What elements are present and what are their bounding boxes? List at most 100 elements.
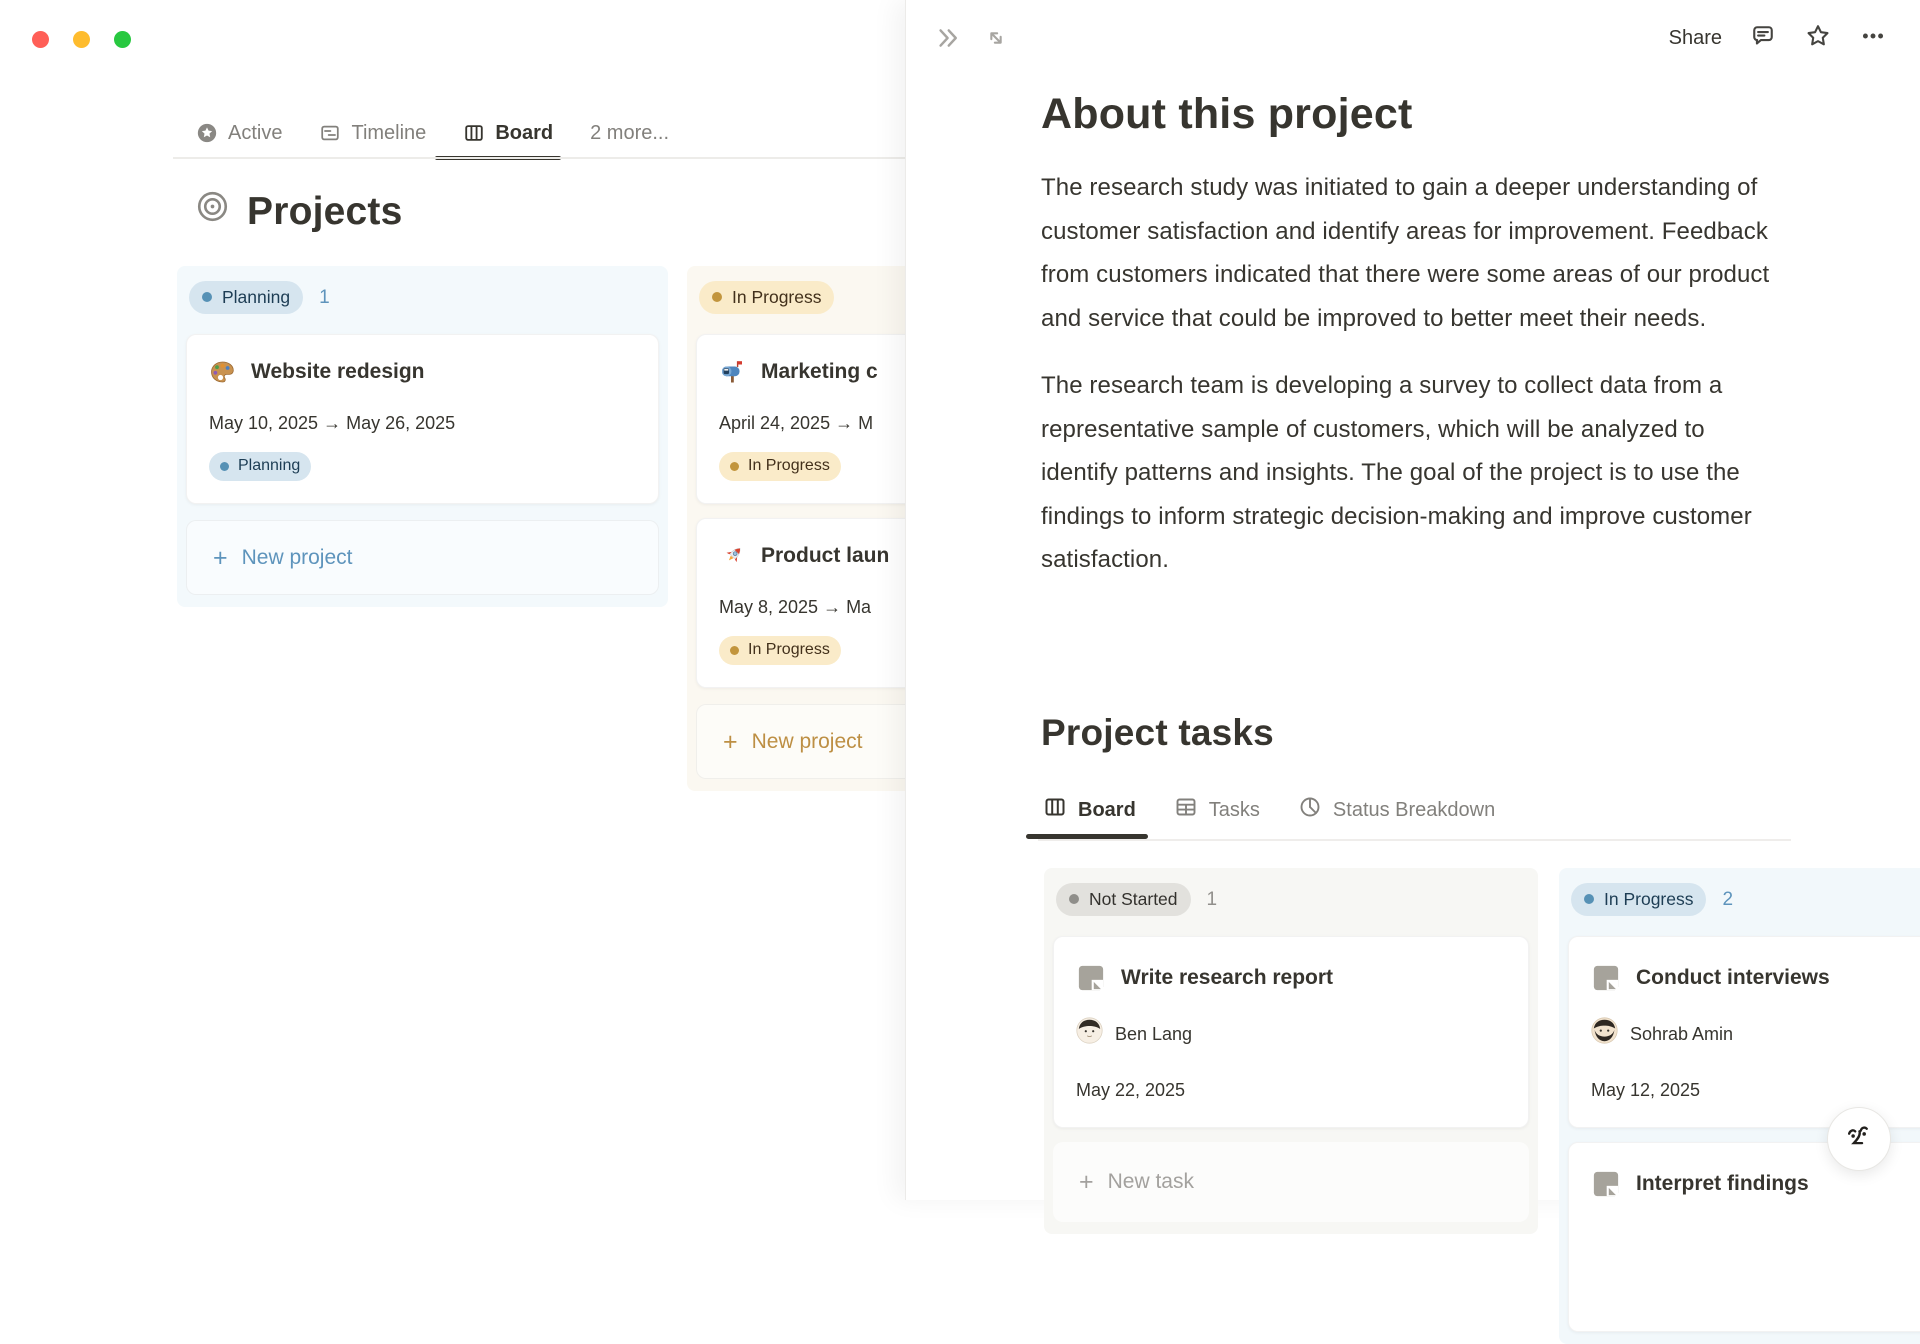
board-column-planning: Planning 1 Website redesign May 10, 2025… [177,266,668,607]
task-card-write-research-report[interactable]: Write research report Ben Lang May 22, 2… [1053,936,1529,1128]
paragraph: The research team is developing a survey… [1041,372,1752,573]
tasks-tab-label: Status Breakdown [1332,798,1496,821]
board-icon [1043,795,1067,825]
view-tabs: Active Timeline Board 2 more... [196,112,669,160]
new-project-label: New project [241,545,353,569]
card-title-row: Interpret findings [1591,1169,1920,1199]
column-header[interactable]: Planning 1 [186,275,659,314]
panel-body-text: The research study was initiated to gain… [1041,166,1776,582]
view-tab-timeline[interactable]: Timeline [319,122,426,145]
status-dot-icon [730,645,739,655]
new-project-label: New project [751,729,863,753]
avatar [1591,1017,1618,1052]
more-options-icon[interactable] [1859,22,1887,55]
maximize-window-button[interactable] [114,31,131,48]
status-dot-icon [712,292,722,302]
card-date-range: May 10, 2025 → May 26, 2025 [209,413,456,433]
notion-ai-button[interactable] [1827,1107,1891,1171]
panel-toolbar-right: Share [1669,22,1887,55]
pie-chart-icon [1298,795,1322,825]
status-dot-icon [1069,894,1079,904]
plus-icon: + [213,543,228,572]
column-header[interactable]: Not Started 1 [1053,877,1529,916]
card-date: May 22, 2025 [1076,1080,1186,1100]
tabs-divider [173,157,905,159]
status-badge: In Progress [699,281,835,314]
status-dot-icon [730,461,739,471]
card-tag-row: Planning [209,452,636,481]
paragraph: The research study was initiated to gain… [1041,174,1770,332]
plus-icon: + [723,727,738,756]
column-count: 1 [1206,888,1218,910]
card-title: Write research report [1121,966,1334,989]
status-badge: Planning [189,281,304,314]
status-badge: In Progress [1571,883,1707,916]
share-button[interactable]: Share [1669,27,1722,50]
card-title-row: Website redesign [209,357,636,387]
timeline-icon [319,122,341,144]
side-peek-panel: Share About this project The research st… [905,0,1920,1344]
card-date: May 12, 2025 [1591,1080,1701,1100]
new-task-label: New task [1107,1170,1194,1193]
status-dot-icon [1584,894,1594,904]
card-assignee-row: Ben Lang [1076,1017,1506,1052]
palette-icon [209,359,236,386]
view-tab-more[interactable]: 2 more... [590,122,669,145]
column-count: 1 [319,286,330,308]
view-tab-active[interactable]: Active [196,122,282,145]
tasks-column-not-started: Not Started 1 Write research report Ben … [1044,868,1538,1234]
tasks-tab-label: Board [1078,798,1136,821]
tasks-tab-board[interactable]: Board [1026,795,1148,839]
task-note-icon [1591,963,1621,993]
tasks-tab-label: Tasks [1208,798,1260,821]
target-icon [194,188,231,235]
tasks-tab-status-breakdown[interactable]: Status Breakdown [1298,795,1495,825]
new-task-button[interactable]: + New task [1053,1142,1529,1222]
board-icon [463,122,485,144]
card-title: Conduct interviews [1636,966,1830,989]
task-card-conduct-interviews[interactable]: Conduct interviews Sohrab Amin May 12, 2… [1568,936,1920,1128]
status-dot-icon [220,461,229,471]
avatar [1076,1017,1103,1052]
close-window-button[interactable] [32,31,49,48]
view-tab-label: Active [228,121,283,144]
rocket-icon [719,543,746,570]
view-tab-board[interactable]: Board [435,121,561,160]
minimize-window-button[interactable] [73,31,90,48]
view-tab-label: 2 more... [590,121,670,144]
card-title: Website redesign [251,360,425,383]
expand-page-icon[interactable] [982,24,1010,57]
star-circle-icon [196,122,218,144]
card-title: Marketing c [761,360,878,383]
task-card-interpret-findings[interactable]: Interpret findings [1568,1142,1920,1332]
tasks-column-in-progress: In Progress 2 Conduct interviews Sohrab … [1559,868,1920,1344]
status-tag: Planning [209,452,312,481]
assignee-name: Ben Lang [1115,1024,1193,1044]
window-controls [32,31,131,48]
status-tag: In Progress [719,636,841,665]
page-title-text: Projects [247,189,403,233]
view-tab-label: Board [495,121,554,144]
task-note-icon [1076,963,1106,993]
favorite-star-icon[interactable] [1804,22,1832,55]
status-badge: Not Started [1056,883,1191,916]
project-card-website-redesign[interactable]: Website redesign May 10, 2025 → May 26, … [186,334,659,504]
panel-toolbar-left [933,24,1010,57]
view-tab-label: Timeline [351,121,427,144]
plus-icon: + [1079,1168,1094,1196]
status-dot-icon [202,292,212,302]
tasks-tab-tasks[interactable]: Tasks [1174,795,1260,825]
new-project-button[interactable]: + New project [186,520,659,595]
column-count: 2 [1722,888,1734,910]
status-tag: In Progress [719,452,841,481]
card-title: Interpret findings [1636,1172,1809,1195]
card-title-row: Write research report [1076,963,1506,993]
close-peek-icon[interactable] [933,24,961,57]
comments-icon[interactable] [1749,22,1777,55]
card-title-row: Conduct interviews [1591,963,1920,993]
tasks-tabs-divider [1038,839,1791,841]
card-title: Product laun [761,544,890,567]
tasks-board: Not Started 1 Write research report Ben … [1044,868,1920,1344]
panel-page-title: About this project [1041,90,1413,138]
column-header[interactable]: In Progress 2 [1568,877,1920,916]
